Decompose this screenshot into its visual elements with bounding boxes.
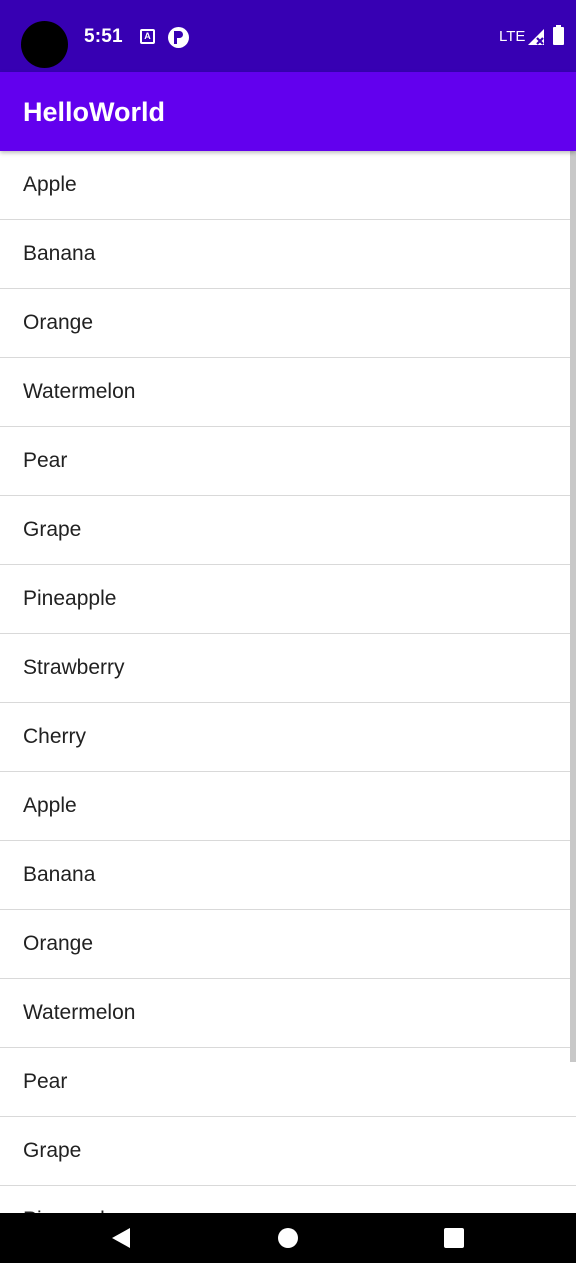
battery-icon [553,25,564,45]
list-item[interactable]: Apple [0,772,576,841]
list-item[interactable]: Grape [0,496,576,565]
navigation-bar [0,1213,576,1263]
list-item[interactable]: Watermelon [0,358,576,427]
back-icon[interactable] [109,1226,133,1250]
app-title: HelloWorld [23,97,166,127]
list-item[interactable]: Grape [0,1117,576,1186]
list-item[interactable]: Strawberry [0,634,576,703]
fruit-list[interactable]: Apple Banana Orange Watermelon Pear Grap… [0,151,576,1213]
list-item[interactable]: Banana [0,841,576,910]
camera-hole [21,21,68,68]
list-item[interactable]: Orange [0,289,576,358]
notification-a-icon: A [140,29,155,44]
list-item[interactable]: Pear [0,1048,576,1117]
list-item[interactable]: Orange [0,910,576,979]
status-time: 5:51 [84,26,123,47]
status-bar: 5:51 A LTE [0,0,576,72]
signal-icon [528,29,544,45]
network-type: LTE [499,28,526,45]
list-item[interactable]: Cherry [0,703,576,772]
app-bar: HelloWorld [0,72,576,151]
list-item[interactable]: Pineapple [0,565,576,634]
list-item[interactable]: Banana [0,220,576,289]
notification-p-icon [168,27,189,48]
recents-icon[interactable] [444,1228,464,1248]
list-item[interactable]: Pineapple [0,1186,576,1213]
screen: 5:51 A LTE HelloWorld Apple Banana Orang… [0,0,576,1263]
list-item[interactable]: Pear [0,427,576,496]
list-item[interactable]: Watermelon [0,979,576,1048]
list-item[interactable]: Apple [0,151,576,220]
list-scrollbar[interactable] [570,151,576,1062]
home-icon[interactable] [278,1228,298,1248]
